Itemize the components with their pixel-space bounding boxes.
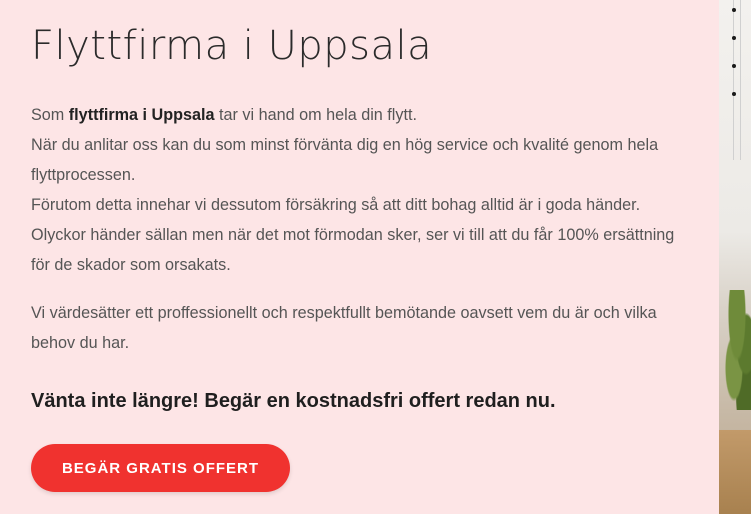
- wall-dot: [732, 8, 736, 12]
- values-line-2: behov du har.: [31, 334, 130, 352]
- intro-prefix: Som: [31, 106, 69, 124]
- intro-suffix: tar vi hand om hela din flytt.: [214, 106, 417, 124]
- values-text: Vi värdesätter ett proffessionellt och r…: [31, 298, 711, 358]
- intro-line-2: När du anlitar oss kan du som minst förv…: [31, 136, 659, 154]
- wall-dot: [732, 36, 736, 40]
- page-title: Flyttfirma i Uppsala: [31, 23, 433, 69]
- ladder-shape: [733, 0, 741, 160]
- intro-text: Som flyttfirma i Uppsala tar vi hand om …: [31, 100, 711, 280]
- intro-line-4: Förutom detta innehar vi dessutom försäk…: [31, 196, 641, 214]
- wall-dot: [732, 92, 736, 96]
- intro-line-3: flyttprocessen.: [31, 166, 136, 184]
- moving-box-shape: [719, 430, 751, 514]
- plant-shape: [725, 290, 751, 410]
- values-line-1: Vi värdesätter ett proffessionellt och r…: [31, 304, 657, 322]
- intro-line-6: för de skador som orsakats.: [31, 256, 231, 274]
- request-quote-button[interactable]: BEGÄR GRATIS OFFERT: [31, 444, 290, 492]
- intro-line-1: Som flyttfirma i Uppsala tar vi hand om …: [31, 100, 711, 130]
- wall-dot: [732, 64, 736, 68]
- cta-heading: Vänta inte längre! Begär en kostnadsfri …: [31, 390, 556, 412]
- hero-photo: [719, 0, 751, 514]
- intro-keyword: flyttfirma i Uppsala: [68, 106, 215, 124]
- intro-line-5: Olyckor händer sällan men när det mot fö…: [31, 226, 675, 244]
